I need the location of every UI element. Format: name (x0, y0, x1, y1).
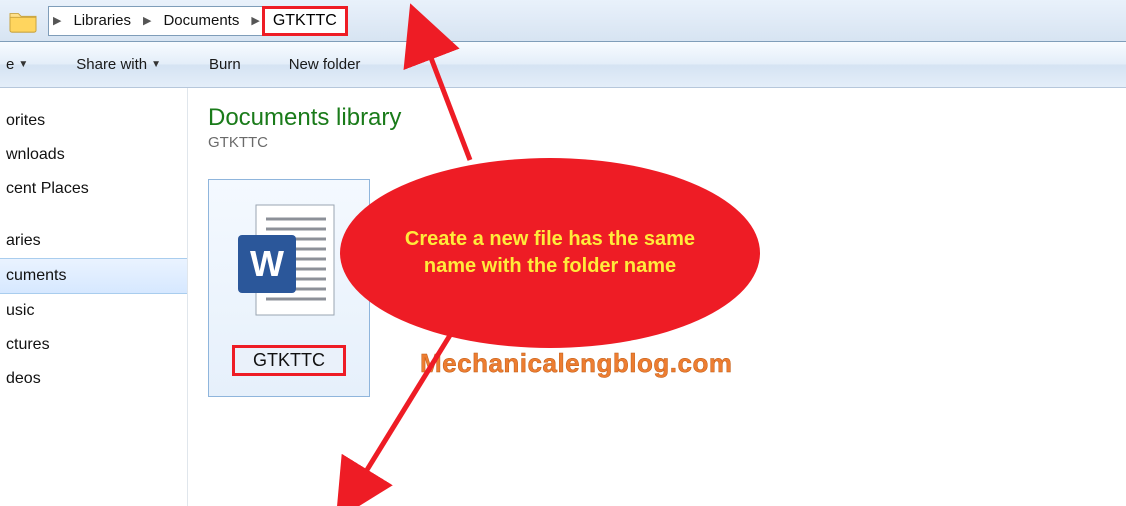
sidebar-item-favorites[interactable]: orites (0, 104, 187, 138)
folder-icon (8, 8, 38, 34)
address-bar: ▶ Libraries ▶ Documents ▶ GTKTTC (0, 0, 1126, 42)
word-document-icon: W (234, 201, 344, 331)
sidebar-item-music[interactable]: usic (0, 294, 187, 328)
annotation-text: Create a new file has the same name with… (390, 226, 710, 280)
sidebar-item-videos[interactable]: deos (0, 362, 187, 396)
annotation-callout: Create a new file has the same name with… (340, 158, 760, 348)
chevron-down-icon: ▼ (18, 59, 28, 70)
organize-button[interactable]: e ▼ (6, 56, 28, 73)
file-item[interactable]: W GTKTTC (208, 179, 370, 397)
chevron-right-icon: ▶ (49, 14, 65, 27)
organize-label: e (6, 56, 14, 73)
toolbar: e ▼ Share with ▼ Burn New folder (0, 42, 1126, 88)
breadcrumb-current[interactable]: GTKTTC (262, 6, 348, 36)
breadcrumb-libraries[interactable]: Libraries (65, 7, 139, 35)
burn-button[interactable]: Burn (209, 56, 241, 73)
chevron-down-icon: ▼ (151, 59, 161, 70)
sidebar-item-libraries[interactable]: aries (0, 224, 187, 258)
share-with-button[interactable]: Share with ▼ (76, 56, 161, 73)
library-title: Documents library (208, 104, 1126, 132)
new-folder-label: New folder (289, 56, 361, 73)
new-folder-button[interactable]: New folder (289, 56, 361, 73)
burn-label: Burn (209, 56, 241, 73)
svg-text:W: W (250, 243, 284, 284)
library-subtitle: GTKTTC (208, 134, 1126, 151)
sidebar-item-pictures[interactable]: ctures (0, 328, 187, 362)
sidebar-item-downloads[interactable]: wnloads (0, 138, 187, 172)
file-name-label: GTKTTC (232, 345, 346, 376)
chevron-right-icon: ▶ (139, 14, 155, 27)
share-label: Share with (76, 56, 147, 73)
breadcrumb[interactable]: ▶ Libraries ▶ Documents ▶ (48, 6, 264, 36)
breadcrumb-documents[interactable]: Documents (155, 7, 247, 35)
sidebar-item-recent-places[interactable]: cent Places (0, 172, 187, 206)
navigation-sidebar: orites wnloads cent Places aries cuments… (0, 88, 188, 506)
sidebar-item-documents[interactable]: cuments (0, 258, 187, 294)
watermark-text: Mechanicalengblog.com (420, 348, 732, 379)
